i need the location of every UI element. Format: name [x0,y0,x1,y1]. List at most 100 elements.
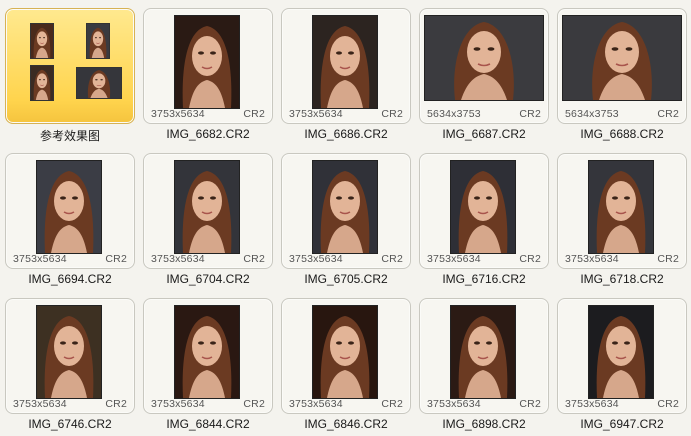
thumbnail-item[interactable]: 3753x5634 CR2 IMG_6844.CR2 [143,298,273,436]
file-format: CR2 [243,398,265,410]
image-dimensions: 3753x5634 [151,398,205,410]
photo-thumbnail [562,15,682,101]
photo-thumbnail [174,305,240,399]
thumbnail-card[interactable]: 3753x5634 CR2 [143,153,273,269]
thumbnail-item[interactable]: 3753x5634 CR2 IMG_6694.CR2 [5,153,135,291]
file-name: IMG_6718.CR2 [580,272,664,286]
thumbnail-card[interactable]: 3753x5634 CR2 [281,298,411,414]
thumbnail-meta: 3753x5634 CR2 [420,253,548,265]
photo-thumbnail [174,160,240,254]
file-name: IMG_6686.CR2 [304,127,388,141]
image-dimensions: 5634x3753 [565,108,619,120]
photo-thumbnail [450,160,516,254]
thumbnail-meta: 3753x5634 CR2 [144,253,272,265]
thumbnail-item[interactable]: 3753x5634 CR2 IMG_6682.CR2 [143,8,273,146]
file-name: IMG_6846.CR2 [304,417,388,431]
thumbnail-meta: 3753x5634 CR2 [144,108,272,120]
collage-image [86,23,110,59]
file-format: CR2 [519,398,541,410]
file-name: IMG_6694.CR2 [28,272,112,286]
thumbnail-item[interactable]: 3753x5634 CR2 IMG_6846.CR2 [281,298,411,436]
file-format: CR2 [381,253,403,265]
thumbnail-card[interactable]: 3753x5634 CR2 [557,298,687,414]
thumbnail-meta: 3753x5634 CR2 [282,253,410,265]
thumbnail-meta: 5634x3753 CR2 [558,108,686,120]
thumbnail-card[interactable]: 3753x5634 CR2 [419,298,549,414]
thumbnail-item[interactable]: 3753x5634 CR2 IMG_6686.CR2 [281,8,411,146]
photo-thumbnail [312,305,378,399]
thumbnail-item[interactable]: 参考效果图 [5,8,135,146]
image-dimensions: 3753x5634 [151,253,205,265]
image-dimensions: 3753x5634 [565,398,619,410]
thumbnail-card[interactable]: 3753x5634 CR2 [281,8,411,124]
thumbnail-item[interactable]: 5634x3753 CR2 IMG_6688.CR2 [557,8,687,146]
thumbnail-card[interactable]: 5634x3753 CR2 [419,8,549,124]
photo-thumbnail [312,15,378,109]
thumbnail-card[interactable]: 3753x5634 CR2 [419,153,549,269]
file-format: CR2 [519,108,541,120]
thumbnail-meta: 3753x5634 CR2 [144,398,272,410]
file-format: CR2 [381,108,403,120]
thumbnail-item[interactable]: 5634x3753 CR2 IMG_6687.CR2 [419,8,549,146]
file-name: IMG_6687.CR2 [442,127,526,141]
image-dimensions: 5634x3753 [427,108,481,120]
photo-thumbnail [312,160,378,254]
collage-image [30,65,54,101]
thumbnail-meta: 3753x5634 CR2 [558,398,686,410]
file-name: IMG_6947.CR2 [580,417,664,431]
thumbnail-meta: 3753x5634 CR2 [282,108,410,120]
file-name: 参考效果图 [39,129,100,143]
thumbnail-meta: 3753x5634 CR2 [282,398,410,410]
file-name: IMG_6844.CR2 [166,417,250,431]
photo-thumbnail [450,305,516,399]
thumbnail-card[interactable]: 5634x3753 CR2 [557,8,687,124]
photo-thumbnail [36,160,102,254]
thumbnail-meta: 5634x3753 CR2 [420,108,548,120]
photo-thumbnail [588,305,654,399]
thumbnail-meta: 3753x5634 CR2 [420,398,548,410]
file-format: CR2 [243,108,265,120]
thumbnail-card[interactable]: 3753x5634 CR2 [557,153,687,269]
thumbnail-card[interactable]: 3753x5634 CR2 [5,153,135,269]
image-dimensions: 3753x5634 [565,253,619,265]
image-dimensions: 3753x5634 [427,398,481,410]
thumbnail-card[interactable]: 3753x5634 CR2 [281,153,411,269]
thumbnail-item[interactable]: 3753x5634 CR2 IMG_6718.CR2 [557,153,687,291]
thumbnail-item[interactable]: 3753x5634 CR2 IMG_6898.CR2 [419,298,549,436]
thumbnail-item[interactable]: 3753x5634 CR2 IMG_6947.CR2 [557,298,687,436]
thumbnail-card[interactable]: 3753x5634 CR2 [143,8,273,124]
thumbnail-card[interactable]: 3753x5634 CR2 [143,298,273,414]
selected-thumbnail-card[interactable] [5,8,135,124]
thumbnail-item[interactable]: 3753x5634 CR2 IMG_6716.CR2 [419,153,549,291]
file-format: CR2 [519,253,541,265]
thumbnail-item[interactable]: 3753x5634 CR2 IMG_6704.CR2 [143,153,273,291]
file-format: CR2 [657,108,679,120]
thumbnail-item[interactable]: 3753x5634 CR2 IMG_6705.CR2 [281,153,411,291]
image-dimensions: 3753x5634 [427,253,481,265]
file-format: CR2 [657,253,679,265]
file-name: IMG_6704.CR2 [166,272,250,286]
file-name: IMG_6716.CR2 [442,272,526,286]
file-name: IMG_6682.CR2 [166,127,250,141]
file-format: CR2 [657,398,679,410]
thumbnail-meta: 3753x5634 CR2 [558,253,686,265]
collage-image [76,67,122,99]
photo-thumbnail [424,15,544,101]
thumbnail-meta: 3753x5634 CR2 [6,398,134,410]
thumbnail-item[interactable]: 3753x5634 CR2 IMG_6746.CR2 [5,298,135,436]
file-format: CR2 [381,398,403,410]
photo-thumbnail [36,305,102,399]
image-dimensions: 3753x5634 [289,398,343,410]
file-name: IMG_6746.CR2 [28,417,112,431]
file-format: CR2 [105,253,127,265]
thumbnail-card[interactable]: 3753x5634 CR2 [5,298,135,414]
photo-thumbnail [588,160,654,254]
image-dimensions: 3753x5634 [289,253,343,265]
file-format: CR2 [243,253,265,265]
file-name: IMG_6705.CR2 [304,272,388,286]
photo-thumbnail [174,15,240,109]
collage-image [30,23,54,59]
file-name: IMG_6688.CR2 [580,127,664,141]
file-format: CR2 [105,398,127,410]
image-dimensions: 3753x5634 [151,108,205,120]
